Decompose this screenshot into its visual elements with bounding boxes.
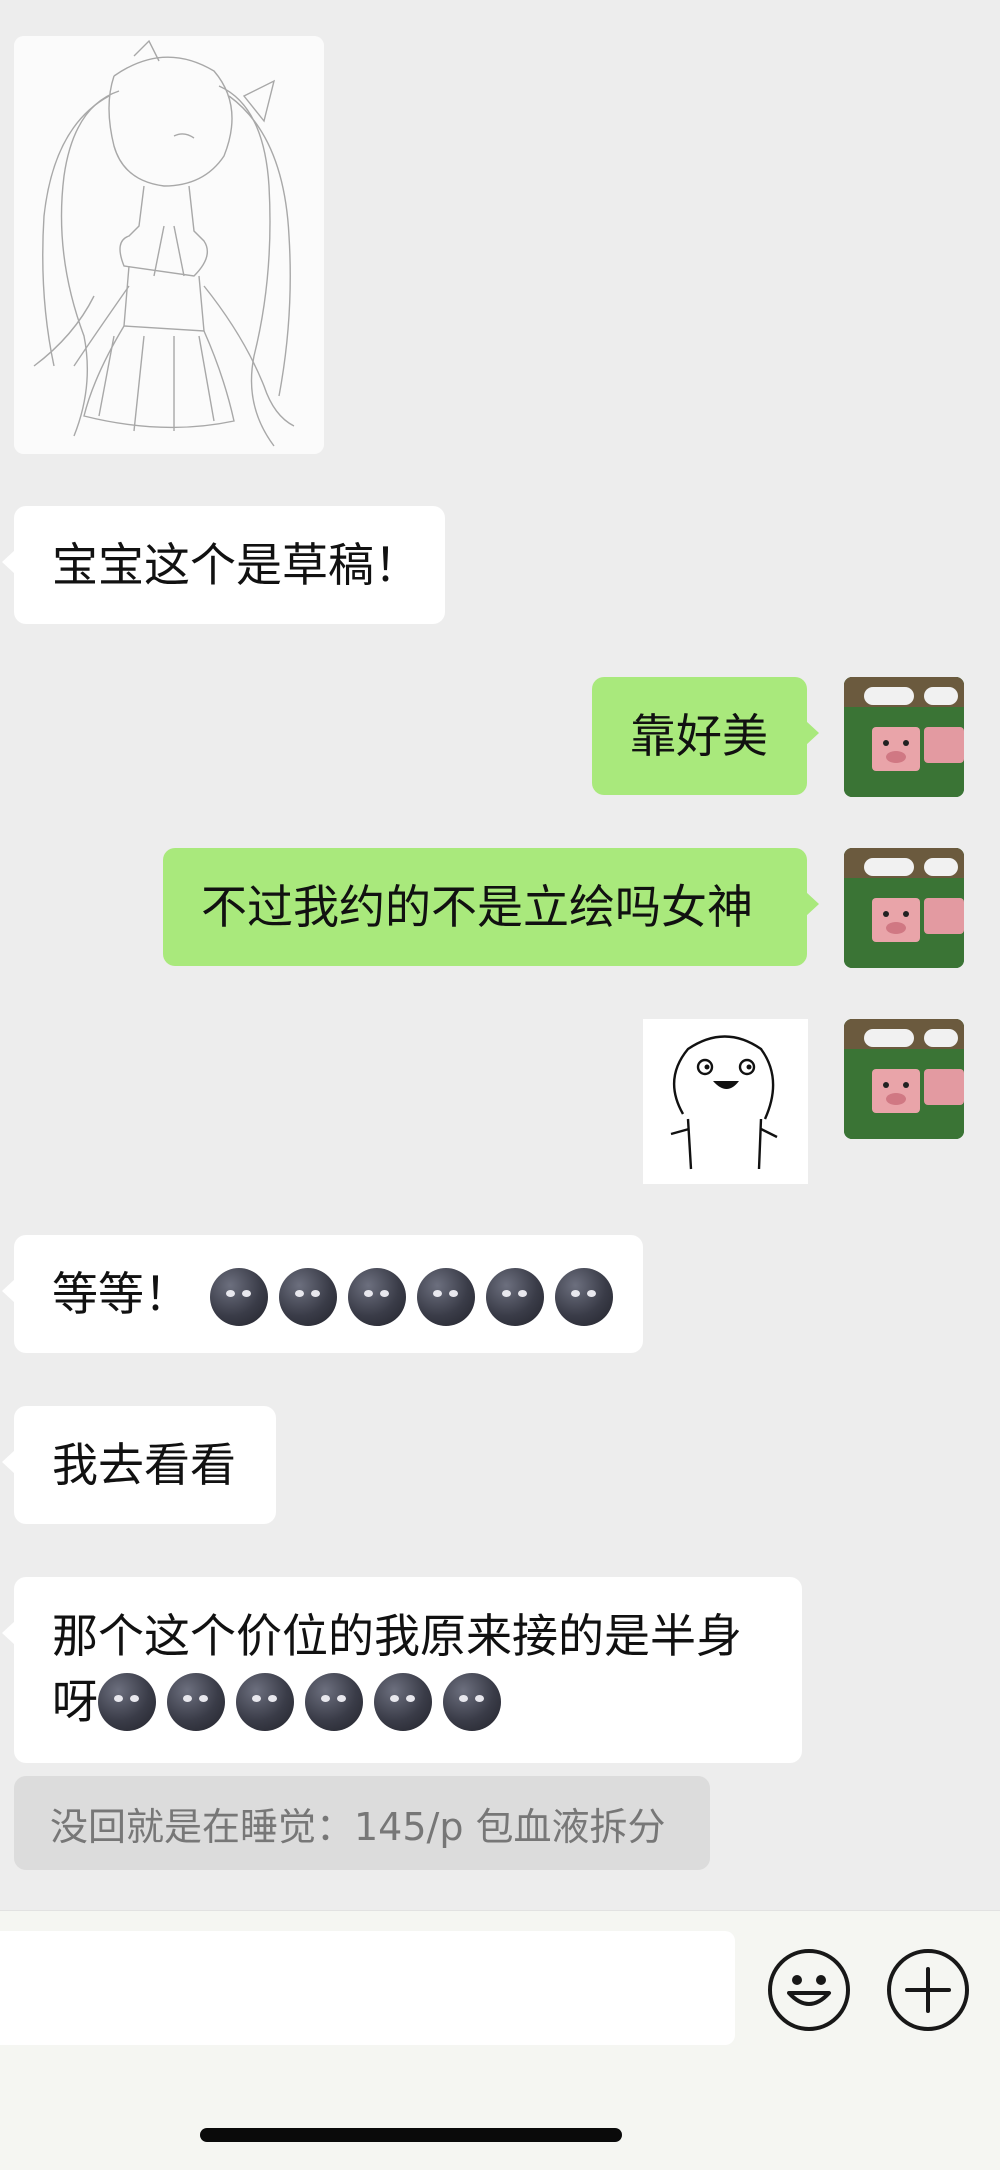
incoming-image-message[interactable] bbox=[14, 36, 324, 454]
message-text: 不过我约的不是立绘吗女神 bbox=[201, 880, 753, 934]
message-text-line: 呀 bbox=[52, 1667, 764, 1733]
user-avatar[interactable] bbox=[844, 677, 964, 797]
new-moon-face-icon bbox=[443, 1672, 501, 1731]
new-moon-face-icon bbox=[417, 1267, 475, 1326]
message-text: 我去看看 bbox=[52, 1438, 236, 1492]
incoming-message-bubble[interactable]: 那个这个价位的我原来接的是半身 呀 bbox=[2, 1577, 802, 1763]
emoji-row bbox=[210, 1262, 624, 1326]
user-avatar[interactable] bbox=[844, 848, 964, 968]
message-text: 等等！ bbox=[52, 1267, 190, 1321]
pig-avatar bbox=[844, 1019, 964, 1139]
incoming-message-bubble[interactable]: 等等！ bbox=[2, 1235, 643, 1353]
message-text: 靠好美 bbox=[630, 709, 768, 763]
new-moon-face-icon bbox=[236, 1672, 294, 1731]
new-moon-face-icon bbox=[348, 1267, 406, 1326]
outgoing-sticker-message[interactable] bbox=[643, 1019, 808, 1184]
outgoing-message-bubble[interactable]: 不过我约的不是立绘吗女神 bbox=[163, 848, 819, 966]
outgoing-message-bubble[interactable]: 靠好美 bbox=[592, 677, 819, 795]
message-text-line: 那个这个价位的我原来接的是半身 bbox=[52, 1609, 742, 1663]
new-moon-face-icon bbox=[374, 1672, 432, 1731]
new-moon-face-icon bbox=[486, 1267, 544, 1326]
emoji-button[interactable] bbox=[768, 1949, 850, 2031]
smiling-blob-sticker bbox=[643, 1019, 808, 1184]
notice-text: 没回就是在睡觉：145/p 包血液拆分 bbox=[50, 1804, 666, 1849]
pig-avatar bbox=[844, 677, 964, 797]
new-moon-face-icon bbox=[305, 1672, 363, 1731]
message-input[interactable] bbox=[0, 1931, 735, 2045]
user-avatar[interactable] bbox=[844, 1019, 964, 1139]
plus-button[interactable] bbox=[887, 1949, 969, 2031]
plus-circle-icon bbox=[905, 1967, 951, 2013]
smiley-face-icon bbox=[787, 1975, 831, 2006]
status-notice: 没回就是在睡觉：145/p 包血液拆分 bbox=[14, 1776, 710, 1870]
new-moon-face-icon bbox=[167, 1672, 225, 1731]
new-moon-face-icon bbox=[555, 1267, 613, 1326]
incoming-message-bubble[interactable]: 宝宝这个是草稿！ bbox=[2, 506, 445, 624]
new-moon-face-icon bbox=[279, 1267, 337, 1326]
incoming-message-bubble[interactable]: 我去看看 bbox=[2, 1406, 276, 1524]
message-text: 宝宝这个是草稿！ bbox=[52, 538, 420, 592]
new-moon-face-icon bbox=[210, 1267, 268, 1326]
pig-avatar bbox=[844, 848, 964, 968]
new-moon-face-icon bbox=[98, 1672, 156, 1731]
home-indicator[interactable] bbox=[200, 2128, 622, 2142]
chat-screen: 宝宝这个是草稿！ 靠好美 不过我约的不是立绘吗女神 等等！ 我去看看 那个这个价… bbox=[0, 0, 1000, 2170]
sketch-image bbox=[14, 36, 324, 454]
